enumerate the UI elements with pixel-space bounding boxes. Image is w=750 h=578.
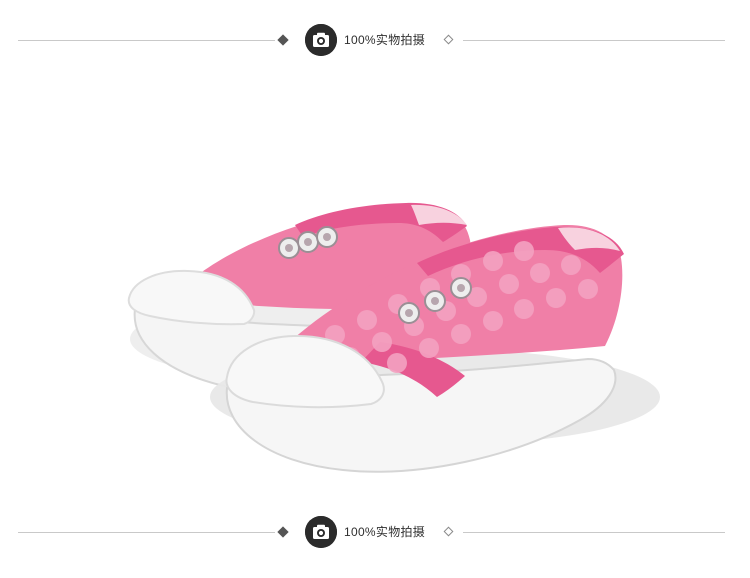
bottom-camera-icon	[305, 516, 337, 548]
bottom-divider-diamond-outline-icon	[443, 526, 454, 537]
top-camera-icon	[305, 24, 337, 56]
bottom-divider: 100%实物拍摄	[0, 514, 750, 550]
top-divider-line-right	[463, 40, 725, 41]
bottom-divider-line-left	[18, 532, 275, 533]
top-divider-line-left	[18, 40, 275, 41]
bottom-divider-line-right	[463, 532, 725, 533]
bottom-caption: 100%实物拍摄	[344, 525, 426, 539]
top-divider: 100%实物拍摄	[0, 22, 750, 58]
top-divider-diamond-filled-icon	[277, 34, 289, 46]
top-caption: 100%实物拍摄	[344, 33, 426, 47]
product-photo	[105, 165, 665, 495]
shoes-image	[127, 202, 660, 473]
top-divider-diamond-outline-icon	[443, 34, 454, 45]
bottom-divider-diamond-filled-icon	[277, 526, 289, 538]
